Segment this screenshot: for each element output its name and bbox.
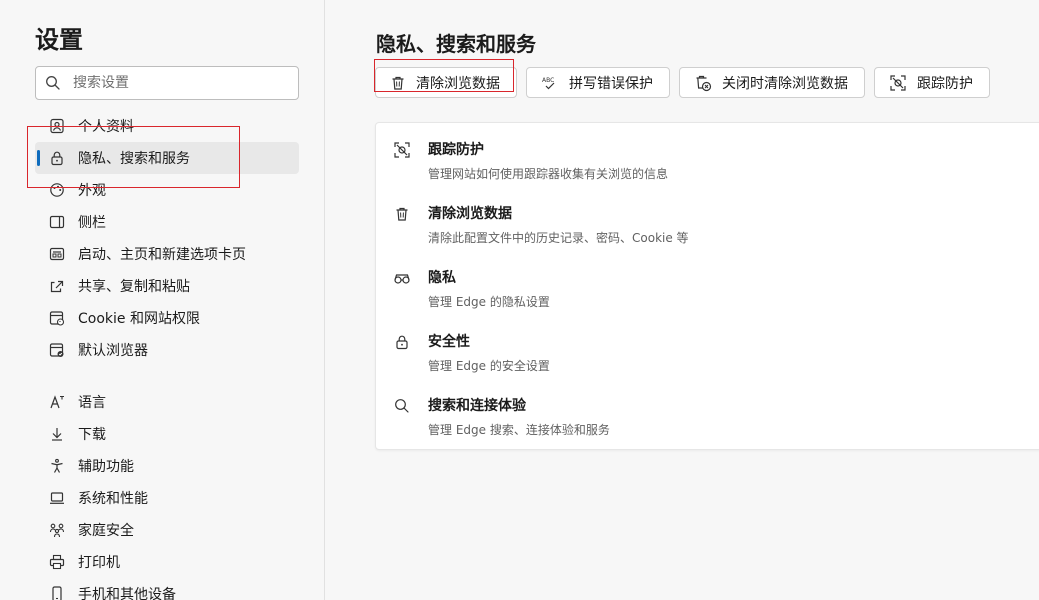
trash-icon <box>393 205 411 223</box>
sidebar-item-label: 个人资料 <box>78 119 134 135</box>
clear-on-close-link[interactable]: 关闭时清除浏览数据 <box>679 67 865 98</box>
family-icon <box>49 522 65 538</box>
appearance-icon <box>49 182 65 198</box>
sidebar-item-share[interactable]: 共享、复制和粘贴 <box>35 270 299 302</box>
lock-icon <box>393 333 411 351</box>
trash-icon <box>390 75 406 91</box>
trash-clock-icon <box>694 74 712 92</box>
printer-icon <box>49 554 65 570</box>
sidebar-item-phone[interactable]: 手机和其他设备 <box>35 578 299 600</box>
sidebar-item-label: 家庭安全 <box>78 523 134 539</box>
sidebar-item-label: Cookie 和网站权限 <box>78 311 200 327</box>
row-tracking-prevention[interactable]: 跟踪防护 管理网站如何使用跟踪器收集有关浏览的信息 <box>376 123 1039 187</box>
search-icon <box>393 397 411 415</box>
sidebar-item-label: 系统和性能 <box>78 491 148 507</box>
row-title: 清除浏览数据 <box>428 206 512 222</box>
pill-label: 清除浏览数据 <box>416 75 500 92</box>
sidebar-item-label: 共享、复制和粘贴 <box>78 279 190 295</box>
tracking-icon <box>393 141 411 159</box>
phone-icon <box>49 586 65 600</box>
sidebar: 设置 个人资料 隐私、搜索和服务 <box>0 0 325 600</box>
sidebar-item-privacy[interactable]: 隐私、搜索和服务 <box>35 142 299 174</box>
pill-label: 跟踪防护 <box>917 75 973 92</box>
sidebar-icon <box>49 214 65 230</box>
search-icon <box>46 76 60 90</box>
sidebar-item-profile[interactable]: 个人资料 <box>35 110 299 142</box>
accessibility-icon <box>49 458 65 474</box>
row-title: 跟踪防护 <box>428 142 484 158</box>
sidebar-item-label: 手机和其他设备 <box>78 587 176 600</box>
sidebar-item-appearance[interactable]: 外观 <box>35 174 299 206</box>
settings-window: 设置 个人资料 隐私、搜索和服务 <box>0 0 1039 600</box>
pill-label: 关闭时清除浏览数据 <box>722 75 848 92</box>
sidebar-item-label: 默认浏览器 <box>78 343 148 359</box>
sidebar-item-accessibility[interactable]: 辅助功能 <box>35 450 299 482</box>
sidebar-nav: 个人资料 隐私、搜索和服务 外观 侧栏 启动、主页和新建选项卡页 共享、复制和粘… <box>35 110 299 600</box>
home-icon <box>49 246 65 262</box>
sidebar-item-label: 下载 <box>78 427 106 443</box>
glasses-icon <box>393 269 411 287</box>
search-input[interactable] <box>73 75 273 91</box>
profile-icon <box>49 118 65 134</box>
quick-links: 清除浏览数据 ABC 拼写错误保护 关闭时清除浏览数据 跟踪防护 <box>375 67 999 98</box>
row-description: 清除此配置文件中的历史记录、密码、Cookie 等 <box>428 231 689 245</box>
spellcheck-icon: ABC <box>541 75 559 91</box>
spellcheck-link[interactable]: ABC 拼写错误保护 <box>526 67 670 98</box>
sidebar-item-language[interactable]: 语言 <box>35 386 299 418</box>
sidebar-item-sidebar[interactable]: 侧栏 <box>35 206 299 238</box>
share-icon <box>49 278 65 294</box>
cookie-icon <box>49 310 65 326</box>
browser-icon <box>49 342 65 358</box>
sidebar-item-default-browser[interactable]: 默认浏览器 <box>35 334 299 366</box>
sidebar-item-startup[interactable]: 启动、主页和新建选项卡页 <box>35 238 299 270</box>
clear-data-link[interactable]: 清除浏览数据 <box>375 67 517 98</box>
sidebar-item-downloads[interactable]: 下载 <box>35 418 299 450</box>
sidebar-title: 设置 <box>35 26 83 54</box>
svg-text:ABC: ABC <box>542 77 554 84</box>
row-title: 安全性 <box>428 334 470 350</box>
page-title: 隐私、搜索和服务 <box>376 32 536 56</box>
sidebar-item-label: 打印机 <box>78 555 120 571</box>
sidebar-item-cookies[interactable]: Cookie 和网站权限 <box>35 302 299 334</box>
pill-label: 拼写错误保护 <box>569 75 653 92</box>
row-privacy[interactable]: 隐私 管理 Edge 的隐私设置 <box>376 251 1039 315</box>
tracking-icon <box>889 74 907 92</box>
laptop-icon <box>49 490 65 506</box>
sidebar-item-label: 辅助功能 <box>78 459 134 475</box>
sidebar-item-label: 隐私、搜索和服务 <box>78 151 190 167</box>
tracking-prevention-link[interactable]: 跟踪防护 <box>874 67 990 98</box>
sidebar-item-system[interactable]: 系统和性能 <box>35 482 299 514</box>
row-clear-browsing-data[interactable]: 清除浏览数据 清除此配置文件中的历史记录、密码、Cookie 等 <box>376 187 1039 251</box>
download-icon <box>49 426 65 442</box>
sidebar-item-label: 启动、主页和新建选项卡页 <box>78 247 246 263</box>
nav-divider <box>35 366 299 386</box>
settings-card: 跟踪防护 管理网站如何使用跟踪器收集有关浏览的信息 清除浏览数据 清除此配置文件… <box>375 122 1039 450</box>
main-content: 隐私、搜索和服务 清除浏览数据 ABC 拼写错误保护 关闭时清除浏览数据 跟踪防… <box>326 0 1039 600</box>
row-description: 管理 Edge 搜索、连接体验和服务 <box>428 423 610 437</box>
sidebar-item-label: 外观 <box>78 183 106 199</box>
lock-icon <box>49 150 65 166</box>
row-search-services[interactable]: 搜索和连接体验 管理 Edge 搜索、连接体验和服务 <box>376 379 1039 443</box>
sidebar-item-label: 语言 <box>78 395 106 411</box>
row-description: 管理 Edge 的隐私设置 <box>428 295 550 309</box>
row-description: 管理网站如何使用跟踪器收集有关浏览的信息 <box>428 167 669 181</box>
language-icon <box>49 394 65 410</box>
row-title: 搜索和连接体验 <box>428 398 526 414</box>
row-description: 管理 Edge 的安全设置 <box>428 359 550 373</box>
sidebar-item-family[interactable]: 家庭安全 <box>35 514 299 546</box>
sidebar-item-label: 侧栏 <box>78 215 106 231</box>
search-box[interactable] <box>35 66 299 100</box>
sidebar-item-printers[interactable]: 打印机 <box>35 546 299 578</box>
row-security[interactable]: 安全性 管理 Edge 的安全设置 <box>376 315 1039 379</box>
row-title: 隐私 <box>428 270 456 286</box>
